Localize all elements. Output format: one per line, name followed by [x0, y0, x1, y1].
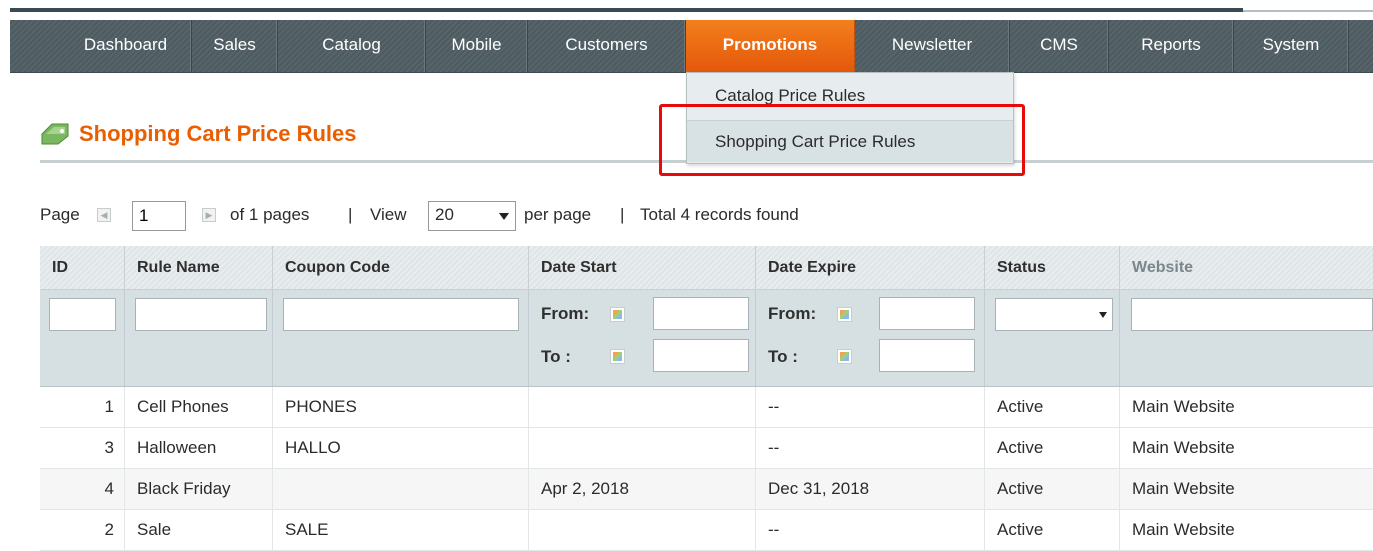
- date-start-from-input[interactable]: [653, 297, 749, 330]
- cell-date-expire: --: [756, 428, 985, 468]
- cell-rule-name: Halloween: [125, 428, 273, 468]
- date-expire-to-label: To :: [768, 347, 798, 366]
- column-header-date-start[interactable]: Date Start: [529, 246, 756, 290]
- cell-coupon-code: [273, 469, 529, 509]
- cell-rule-name: Black Friday: [125, 469, 273, 509]
- filter-rule-name-input[interactable]: [135, 298, 267, 331]
- filter-id-input[interactable]: [49, 298, 116, 331]
- page-label: Page: [40, 205, 80, 224]
- date-expire-from-label: From:: [768, 304, 817, 323]
- cell-date-start: Apr 2, 2018: [529, 469, 756, 509]
- cell-date-expire: --: [756, 510, 985, 550]
- date-expire-from-input[interactable]: [879, 297, 975, 330]
- date-expire-to-input[interactable]: [879, 339, 975, 372]
- nav-item-system[interactable]: System: [1234, 20, 1349, 72]
- column-header-coupon-code[interactable]: Coupon Code: [273, 246, 529, 290]
- cell-status: Active: [985, 428, 1120, 468]
- filter-status-select[interactable]: [995, 298, 1113, 331]
- cell-status: Active: [985, 510, 1120, 550]
- nav-item-cms[interactable]: CMS: [1010, 20, 1109, 72]
- filter-cell-id: [40, 290, 125, 386]
- date-start-to-label: To :: [541, 347, 571, 366]
- view-label: View: [370, 205, 407, 224]
- header-bar-line: [10, 8, 1243, 12]
- filter-cell-date-expire: From: To :: [756, 290, 985, 386]
- per-page-select[interactable]: 20: [428, 201, 516, 231]
- filter-website-input[interactable]: [1131, 298, 1373, 331]
- header-bar-line-right: [1243, 10, 1373, 12]
- pager-separator: |: [348, 205, 353, 224]
- cell-rule-name: Cell Phones: [125, 387, 273, 427]
- calendar-icon[interactable]: [610, 307, 625, 322]
- cell-id: 3: [40, 428, 125, 468]
- cell-website: Main Website: [1132, 397, 1235, 416]
- cell-id: 2: [40, 510, 125, 550]
- cell-id: 4: [40, 469, 125, 509]
- table-row[interactable]: 1 Cell Phones PHONES -- Active Main Webs…: [40, 387, 1373, 428]
- cell-date-expire: Dec 31, 2018: [756, 469, 985, 509]
- cell-website: Main Website: [1132, 520, 1235, 539]
- nav-item-mobile[interactable]: Mobile: [426, 20, 528, 72]
- filter-cell-status: [985, 290, 1120, 386]
- cell-website: Main Website: [1132, 438, 1235, 457]
- filter-cell-date-start: From: To :: [529, 290, 756, 386]
- table-row[interactable]: 4 Black Friday Apr 2, 2018 Dec 31, 2018 …: [40, 469, 1373, 510]
- cell-status: Active: [985, 469, 1120, 509]
- table-row[interactable]: 2 Sale SALE -- Active Main Website: [40, 510, 1373, 551]
- page-number-input[interactable]: [132, 201, 186, 231]
- highlight-annotation-box: [659, 104, 1025, 176]
- nav-item-sales[interactable]: Sales: [192, 20, 278, 72]
- cell-date-start: [529, 510, 756, 550]
- calendar-icon[interactable]: [837, 349, 852, 364]
- nav-item-promotions[interactable]: Promotions: [686, 20, 855, 72]
- pager-separator-2: |: [620, 205, 625, 224]
- calendar-icon[interactable]: [837, 307, 852, 322]
- filter-row: From: To : From: To :: [40, 290, 1373, 387]
- nav-item-newsletter[interactable]: Newsletter: [855, 20, 1010, 72]
- next-page-icon[interactable]: ▶: [202, 208, 216, 222]
- cell-status: Active: [985, 387, 1120, 427]
- nav-item-catalog[interactable]: Catalog: [278, 20, 426, 72]
- cell-coupon-code: HALLO: [273, 428, 529, 468]
- date-start-from-label: From:: [541, 304, 590, 323]
- date-start-to-input[interactable]: [653, 339, 749, 372]
- cell-coupon-code: SALE: [273, 510, 529, 550]
- per-page-label: per page: [524, 205, 592, 224]
- column-header-id[interactable]: ID: [40, 246, 125, 290]
- total-records: Total 4 records found: [640, 205, 799, 224]
- cell-website: Main Website: [1132, 479, 1235, 498]
- pager: Page ◀ ▶ of 1 pages | View 20 per page |…: [40, 200, 1040, 231]
- column-header-date-expire[interactable]: Date Expire: [756, 246, 985, 290]
- nav-item-customers[interactable]: Customers: [528, 20, 686, 72]
- column-header-website[interactable]: Website: [1120, 246, 1373, 290]
- chevron-down-icon: [1099, 312, 1107, 318]
- table-row[interactable]: 3 Halloween HALLO -- Active Main Website: [40, 428, 1373, 469]
- cell-coupon-code: PHONES: [273, 387, 529, 427]
- cell-date-expire: --: [756, 387, 985, 427]
- top-strip: [0, 0, 1373, 20]
- page-title: Shopping Cart Price Rules: [79, 121, 357, 146]
- prev-page-icon[interactable]: ◀: [97, 208, 111, 222]
- tag-icon: [40, 122, 70, 151]
- per-page-value: 20: [435, 205, 454, 224]
- page-count-text: of 1 pages: [230, 205, 310, 224]
- nav-item-reports[interactable]: Reports: [1109, 20, 1234, 72]
- main-nav: Dashboard Sales Catalog Mobile Customers…: [10, 20, 1373, 73]
- filter-cell-website: [1120, 290, 1373, 386]
- filter-cell-rule-name: [125, 290, 273, 386]
- cell-date-start: [529, 387, 756, 427]
- cell-date-start: [529, 428, 756, 468]
- nav-item-dashboard[interactable]: Dashboard: [60, 20, 192, 72]
- filter-coupon-code-input[interactable]: [283, 298, 519, 331]
- column-header-rule-name[interactable]: Rule Name: [125, 246, 273, 290]
- filter-cell-coupon-code: [273, 290, 529, 386]
- cell-rule-name: Sale: [125, 510, 273, 550]
- chevron-down-icon: [499, 213, 509, 220]
- calendar-icon[interactable]: [610, 349, 625, 364]
- column-header-status[interactable]: Status: [985, 246, 1120, 290]
- cell-id: 1: [40, 387, 125, 427]
